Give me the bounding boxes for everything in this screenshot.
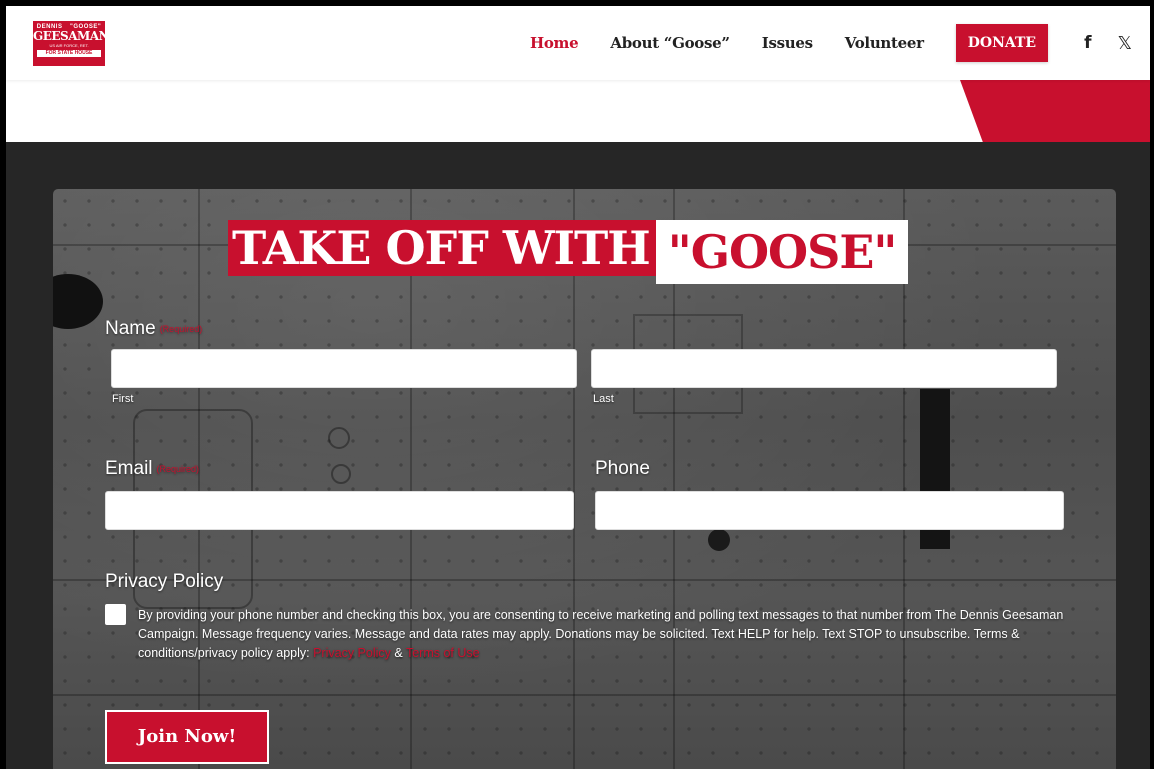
nav-about[interactable]: About “Goose”	[610, 34, 730, 52]
nav-issues[interactable]: Issues	[762, 34, 813, 52]
first-sublabel: First	[112, 393, 134, 405]
donate-button[interactable]: DONATE	[955, 24, 1049, 62]
logo-tagline: US AIR FORCE, RET.	[49, 43, 89, 48]
last-name-input[interactable]	[591, 349, 1057, 388]
logo-last-name: GEESAMAN	[33, 29, 110, 43]
site-header: DENNIS "GOOSE" GEESAMAN US AIR FORCE, RET…	[6, 6, 1150, 80]
privacy-policy-link[interactable]: Privacy Policy	[313, 646, 391, 660]
join-now-button[interactable]: Join Now!	[105, 710, 269, 764]
privacy-policy-label: Privacy Policy	[105, 571, 224, 592]
last-sublabel: Last	[593, 393, 614, 405]
nav-home[interactable]: Home	[530, 34, 579, 52]
phone-input[interactable]	[595, 491, 1064, 530]
facebook-icon[interactable]: f	[1084, 33, 1091, 53]
name-required-marker: (Required)	[159, 323, 203, 334]
first-name-input[interactable]	[111, 349, 577, 388]
phone-label: Phone	[595, 458, 650, 479]
email-input[interactable]	[105, 491, 574, 530]
email-label: Email (Required)	[105, 458, 200, 479]
email-required-marker: (Required)	[156, 463, 200, 474]
logo-office: FOR STATE HOUSE	[37, 50, 101, 57]
privacy-consent-checkbox[interactable]	[105, 604, 126, 625]
campaign-logo[interactable]: DENNIS "GOOSE" GEESAMAN US AIR FORCE, RET…	[33, 21, 110, 66]
nav-volunteer[interactable]: Volunteer	[845, 34, 924, 52]
main-nav: Home About “Goose” Issues Volunteer DONA…	[530, 6, 1150, 80]
x-twitter-icon[interactable]: 𝕏	[1117, 33, 1132, 54]
consent-text: By providing your phone number and check…	[138, 608, 1064, 660]
terms-of-use-link[interactable]: Terms of Use	[406, 646, 480, 660]
signup-form: Name (Required) First Last Email (Required…	[0, 0, 1154, 769]
name-label: Name (Required)	[105, 318, 203, 339]
